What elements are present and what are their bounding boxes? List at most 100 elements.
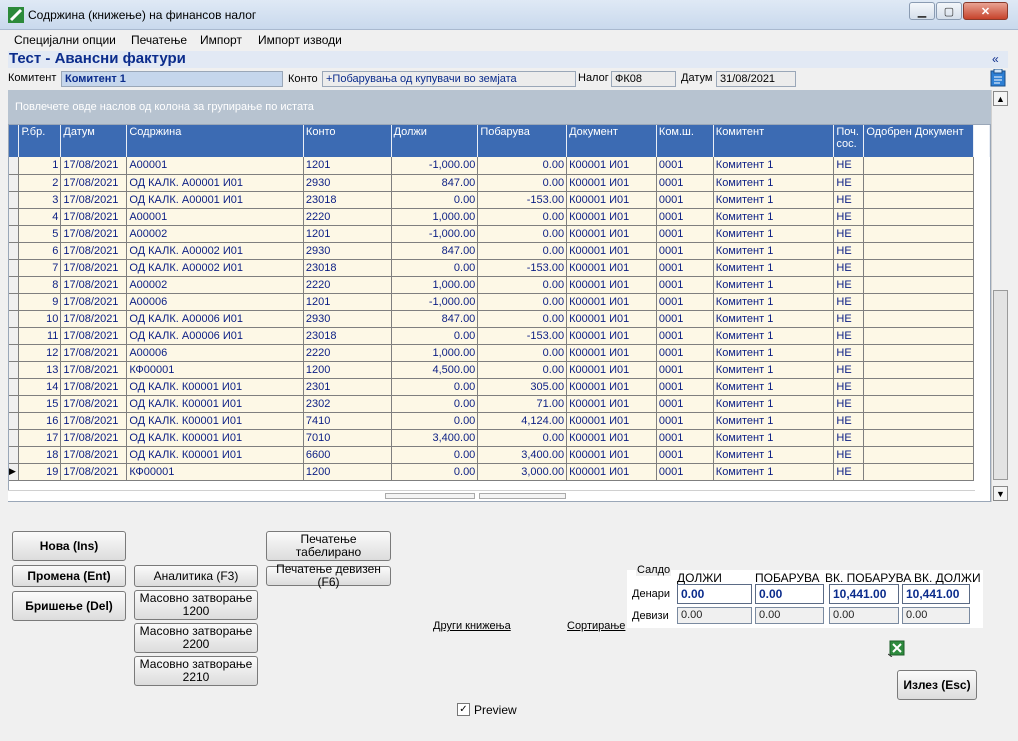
cell-konto[interactable]: 1201 — [303, 225, 392, 243]
cell-komsh[interactable]: 0001 — [656, 361, 714, 379]
row-selector[interactable] — [9, 293, 20, 311]
cell-komitent[interactable]: Комитент 1 — [713, 174, 835, 192]
cell-konto[interactable]: 2301 — [303, 378, 392, 396]
cell-sodrzina[interactable]: A00006 — [126, 344, 304, 362]
cell-komitent[interactable]: Комитент 1 — [713, 208, 835, 226]
cell-rbr[interactable]: 18 — [18, 446, 62, 464]
table-row[interactable]: 14 17/08/2021 ОД КАЛК. К00001 И01 2301 0.00 3… — [9, 378, 990, 396]
cell-datum[interactable]: 17/08/2021 — [60, 327, 128, 345]
maximize-button[interactable]: ▢ — [936, 2, 962, 20]
cell-poc-sos[interactable]: НЕ — [833, 157, 865, 175]
cell-komitent[interactable]: Комитент 1 — [713, 429, 835, 447]
cell-rbr[interactable]: 4 — [18, 208, 62, 226]
cell-poc-sos[interactable]: НЕ — [833, 412, 865, 430]
cell-rbr[interactable]: 6 — [18, 242, 62, 260]
cell-dokument[interactable]: К00001 И01 — [566, 412, 657, 430]
row-selector[interactable] — [9, 429, 20, 447]
cell-komitent[interactable]: Комитент 1 — [713, 412, 835, 430]
cell-dolzi[interactable]: 4,500.00 — [391, 361, 479, 379]
menu-import[interactable]: Импорт — [200, 33, 242, 47]
cell-datum[interactable]: 17/08/2021 — [60, 463, 128, 481]
cell-komsh[interactable]: 0001 — [656, 293, 714, 311]
cell-komitent[interactable]: Комитент 1 — [713, 225, 835, 243]
cell-datum[interactable]: 17/08/2021 — [60, 293, 128, 311]
cell-komsh[interactable]: 0001 — [656, 208, 714, 226]
close-button[interactable]: ✕ — [963, 2, 1008, 20]
cell-datum[interactable]: 17/08/2021 — [60, 157, 128, 175]
cell-pobaruva[interactable]: 0.00 — [477, 276, 568, 294]
cell-rbr[interactable]: 8 — [18, 276, 62, 294]
cell-konto[interactable]: 1200 — [303, 361, 392, 379]
scroll-down-icon[interactable]: ▼ — [993, 486, 1008, 501]
cell-konto[interactable]: 7010 — [303, 429, 392, 447]
cell-dokument[interactable]: К00001 И01 — [566, 429, 657, 447]
cell-komitent[interactable]: Комитент 1 — [713, 361, 835, 379]
table-row[interactable]: 3 17/08/2021 ОД КАЛК. A00001 И01 23018 0.00-… — [9, 191, 990, 209]
exit-button[interactable]: Излез (Esc) — [897, 670, 977, 700]
table-row[interactable]: 9 17/08/2021 A00006 1201 -1,000.00 0.00 К00001… — [9, 293, 990, 311]
cell-poc-sos[interactable]: НЕ — [833, 378, 865, 396]
cell-odobren[interactable] — [863, 276, 974, 294]
cell-rbr[interactable]: 15 — [18, 395, 62, 413]
menu-import-statements[interactable]: Импорт изводи — [258, 33, 342, 47]
cell-poc-sos[interactable]: НЕ — [833, 310, 865, 328]
cell-odobren[interactable] — [863, 412, 974, 430]
menu-print[interactable]: Печатење — [131, 33, 187, 47]
cell-odobren[interactable] — [863, 208, 974, 226]
scroll-up-icon[interactable]: ▲ — [993, 91, 1008, 106]
row-selector[interactable] — [9, 174, 20, 192]
cell-rbr[interactable]: 16 — [18, 412, 62, 430]
cell-komsh[interactable]: 0001 — [656, 446, 714, 464]
cell-odobren[interactable] — [863, 225, 974, 243]
cell-datum[interactable]: 17/08/2021 — [60, 174, 128, 192]
cell-dolzi[interactable]: -1,000.00 — [391, 225, 479, 243]
row-selector[interactable] — [9, 191, 20, 209]
cell-datum[interactable]: 17/08/2021 — [60, 446, 128, 464]
cell-dolzi[interactable]: 0.00 — [391, 191, 479, 209]
cell-pobaruva[interactable]: -153.00 — [477, 259, 568, 277]
cell-odobren[interactable] — [863, 259, 974, 277]
cell-pobaruva[interactable]: 0.00 — [477, 174, 568, 192]
cell-poc-sos[interactable]: НЕ — [833, 191, 865, 209]
row-selector-header[interactable] — [9, 125, 20, 157]
cell-rbr[interactable]: 10 — [18, 310, 62, 328]
cell-komitent[interactable]: Комитент 1 — [713, 395, 835, 413]
cell-sodrzina[interactable]: КФ00001 — [126, 463, 304, 481]
cell-konto[interactable]: 7410 — [303, 412, 392, 430]
cell-pobaruva[interactable]: 0.00 — [477, 293, 568, 311]
cell-rbr[interactable]: 1 — [18, 157, 62, 175]
menu-special-options[interactable]: Специјални опции — [14, 33, 116, 47]
cell-dokument[interactable]: К00001 И01 — [566, 310, 657, 328]
cell-poc-sos[interactable]: НЕ — [833, 429, 865, 447]
cell-poc-sos[interactable]: НЕ — [833, 242, 865, 260]
cell-komitent[interactable]: Комитент 1 — [713, 310, 835, 328]
cell-konto[interactable]: 2220 — [303, 208, 392, 226]
cell-sodrzina[interactable]: A00001 — [126, 208, 304, 226]
cell-sodrzina[interactable]: A00001 — [126, 157, 304, 175]
cell-dolzi[interactable]: 3,400.00 — [391, 429, 479, 447]
row-selector[interactable] — [9, 208, 20, 226]
cell-dokument[interactable]: К00001 И01 — [566, 344, 657, 362]
cell-komitent[interactable]: Комитент 1 — [713, 191, 835, 209]
cell-komsh[interactable]: 0001 — [656, 344, 714, 362]
table-row[interactable]: 13 17/08/2021 КФ00001 1200 4,500.00 0.00 К0000… — [9, 361, 990, 379]
vertical-scrollbar[interactable]: ▲ ▼ — [991, 90, 1008, 502]
cell-komsh[interactable]: 0001 — [656, 378, 714, 396]
cell-dolzi[interactable]: 1,000.00 — [391, 344, 479, 362]
cell-konto[interactable]: 6600 — [303, 446, 392, 464]
table-row[interactable]: 5 17/08/2021 A00002 1201 -1,000.00 0.00 К00001… — [9, 225, 990, 243]
cell-odobren[interactable] — [863, 344, 974, 362]
table-row[interactable]: 12 17/08/2021 A00006 2220 1,000.00 0.00 К00001… — [9, 344, 990, 362]
cell-komsh[interactable]: 0001 — [656, 429, 714, 447]
cell-komsh[interactable]: 0001 — [656, 395, 714, 413]
cell-konto[interactable]: 2930 — [303, 310, 392, 328]
cell-sodrzina[interactable]: КФ00001 — [126, 361, 304, 379]
table-row[interactable]: 11 17/08/2021 ОД КАЛК. A00006 И01 23018 0.00… — [9, 327, 990, 345]
cell-odobren[interactable] — [863, 395, 974, 413]
cell-odobren[interactable] — [863, 242, 974, 260]
konto-field[interactable]: +Побарувања од купувачи во земјата — [322, 71, 576, 87]
cell-pobaruva[interactable]: 0.00 — [477, 310, 568, 328]
cell-dolzi[interactable]: 0.00 — [391, 327, 479, 345]
hscroll-thumb[interactable] — [385, 493, 475, 499]
cell-datum[interactable]: 17/08/2021 — [60, 276, 128, 294]
